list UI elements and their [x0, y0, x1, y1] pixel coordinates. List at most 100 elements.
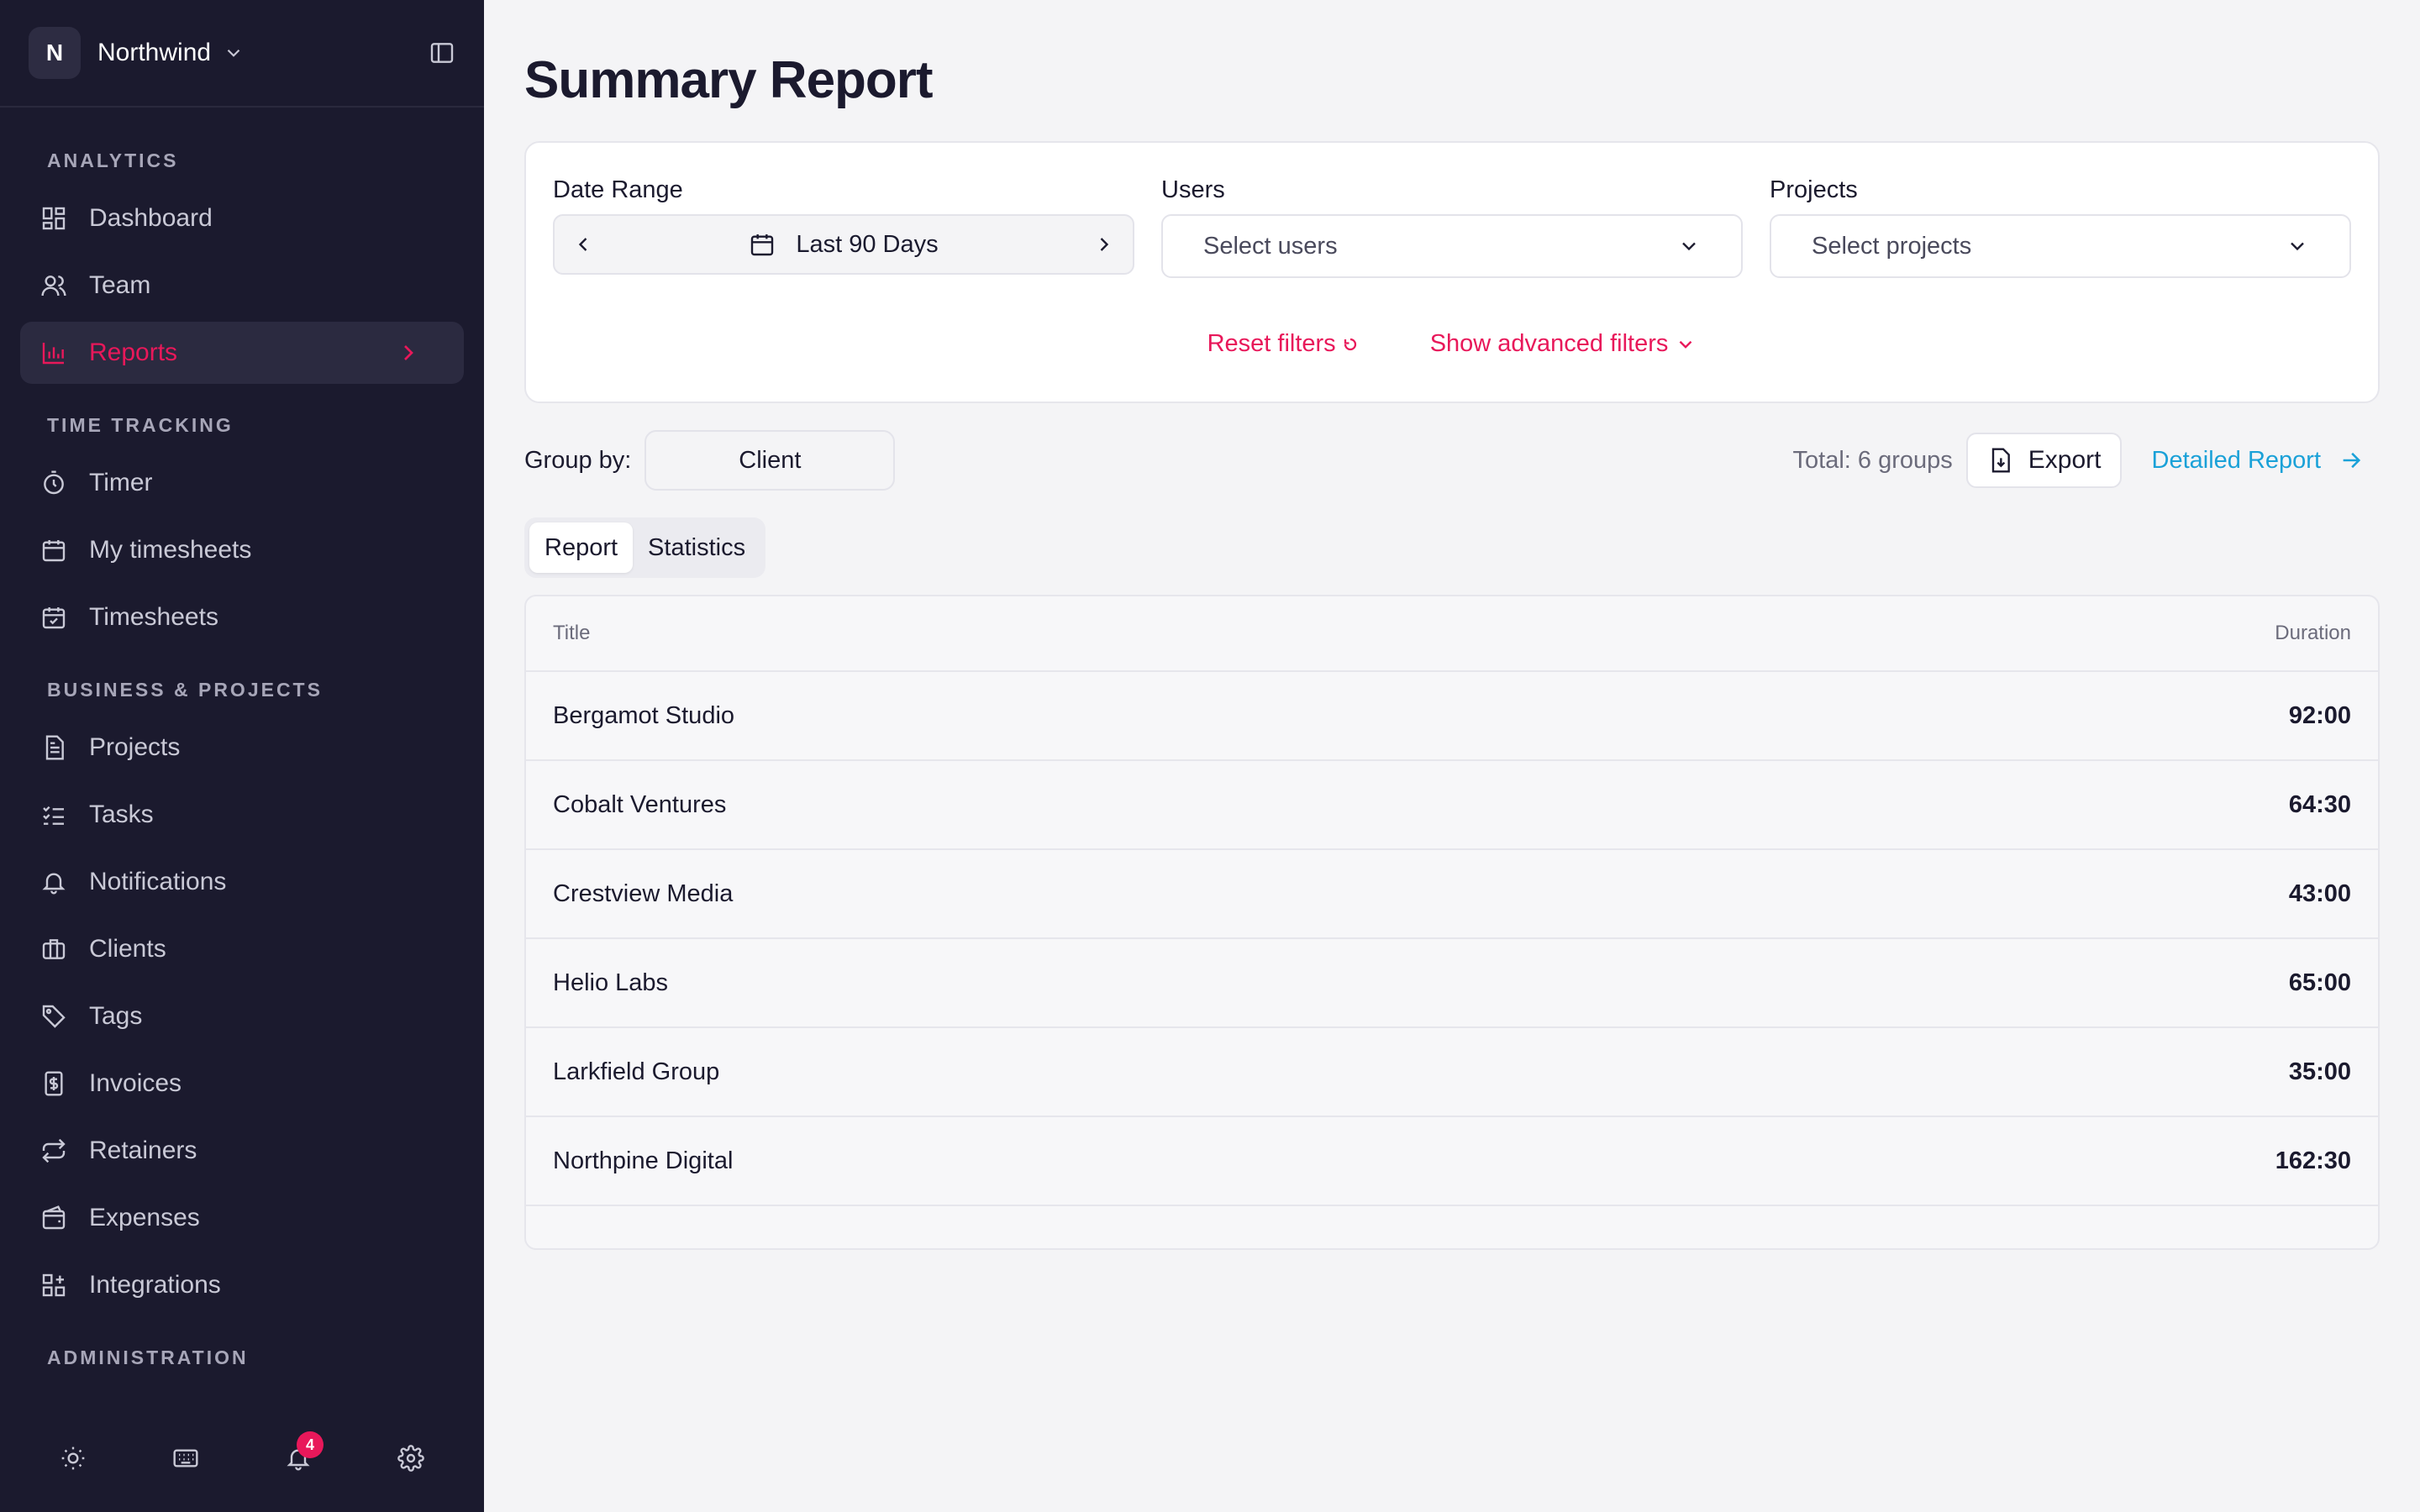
- table-row[interactable]: Helio Labs 65:00: [526, 939, 2378, 1028]
- export-label: Export: [2028, 446, 2102, 474]
- sidebar-item-label: My timesheets: [89, 536, 252, 564]
- bell-icon: [42, 873, 66, 895]
- main-content: Summary Report Date Range Last 90 Days U…: [484, 0, 2420, 1512]
- sidebar-item-timesheets[interactable]: Timesheets: [20, 586, 464, 648]
- sidebar-item-integrations[interactable]: Integrations: [20, 1254, 464, 1316]
- projects-select[interactable]: Select projects: [1770, 214, 2351, 278]
- table-row[interactable]: Crestview Media 43:00: [526, 850, 2378, 939]
- date-range-picker: Last 90 Days: [553, 214, 1134, 275]
- row-title: Crestview Media: [553, 879, 734, 907]
- reports-icon: [42, 343, 64, 365]
- detailed-report-link[interactable]: Detailed Report: [2152, 447, 2364, 475]
- chevron-down-icon: [1680, 340, 1692, 349]
- timer-icon: [44, 470, 64, 495]
- section-title-analytics: ANALYTICS: [47, 150, 179, 171]
- column-title: Title: [553, 622, 591, 644]
- row-duration: 162:30: [2275, 1147, 2351, 1174]
- export-button[interactable]: Export: [1965, 433, 2122, 488]
- sidebar-item-timer[interactable]: Timer: [20, 452, 464, 514]
- sidebar-item-reports[interactable]: Reports: [20, 322, 464, 384]
- section-title-time-tracking: TIME TRACKING: [47, 414, 234, 436]
- sidebar-item-label: Notifications: [89, 868, 227, 895]
- reset-filters-link[interactable]: Reset filters: [1207, 330, 1358, 358]
- tab-report[interactable]: Report: [529, 522, 634, 573]
- row-title: Cobalt Ventures: [553, 790, 727, 818]
- keyboard-icon: [173, 1449, 198, 1467]
- sidebar-item-projects[interactable]: Projects: [20, 717, 464, 779]
- table-row[interactable]: Larkfield Group 35:00: [526, 1028, 2378, 1117]
- chevron-right-icon: [395, 339, 444, 366]
- chevron-down-icon: [223, 42, 245, 64]
- notifications-button[interactable]: 4: [268, 1428, 329, 1488]
- view-tabs: Report Statistics: [524, 517, 766, 578]
- team-icon: [41, 276, 66, 297]
- file-download-icon: [1991, 448, 2010, 473]
- table-row[interactable]: Cobalt Ventures 64:30: [526, 761, 2378, 850]
- table-row[interactable]: Bergamot Studio 92:00: [526, 672, 2378, 761]
- reset-filters-label: Reset filters: [1207, 330, 1336, 357]
- sidebar-toggle-icon[interactable]: [429, 39, 455, 66]
- sidebar-item-dashboard[interactable]: Dashboard: [20, 187, 464, 249]
- notification-badge: 4: [297, 1431, 324, 1458]
- sidebar-item-invoices[interactable]: Invoices: [20, 1053, 464, 1115]
- table-row[interactable]: Northpine Digital 162:30: [526, 1117, 2378, 1206]
- date-range-label: Date Range: [553, 176, 683, 203]
- calendar-icon: [42, 540, 66, 562]
- integrations-icon: [42, 1273, 66, 1297]
- sidebar-item-retainers[interactable]: Retainers: [20, 1120, 464, 1182]
- sidebar-item-label: Expenses: [89, 1204, 200, 1231]
- sidebar-item-my-timesheets[interactable]: My timesheets: [20, 519, 464, 581]
- advanced-filters-link[interactable]: Show advanced filters: [1430, 330, 1697, 358]
- sidebar-item-label: Integrations: [89, 1271, 221, 1299]
- reset-icon: [1344, 338, 1356, 350]
- sidebar-item-label: Team: [89, 271, 151, 299]
- row-duration: 35:00: [2288, 1058, 2351, 1085]
- date-range-value[interactable]: Last 90 Days: [595, 231, 1092, 259]
- row-title: Helio Labs: [553, 969, 669, 996]
- users-select[interactable]: Select users: [1161, 214, 1743, 278]
- arrow-right-icon: [2343, 452, 2361, 469]
- projects-placeholder: Select projects: [1812, 232, 1972, 260]
- sidebar-item-label: Timesheets: [89, 603, 218, 631]
- section-title-business-projects: BUSINESS & PROJECTS: [47, 679, 323, 701]
- sidebar-footer: 4: [0, 1404, 484, 1512]
- tasks-icon: [43, 806, 64, 825]
- next-period-icon[interactable]: [1092, 233, 1116, 256]
- group-by-select[interactable]: Client: [644, 430, 896, 491]
- tab-statistics[interactable]: Statistics: [633, 522, 760, 573]
- sidebar-item-label: Tags: [89, 1002, 143, 1030]
- sidebar-item-tasks[interactable]: Tasks: [20, 784, 464, 846]
- settings-button[interactable]: [381, 1428, 441, 1488]
- sidebar-item-label: Retainers: [89, 1137, 197, 1164]
- total-groups: Total: 6 groups: [1792, 446, 1953, 474]
- section-title-administration: ADMINISTRATION: [47, 1347, 249, 1368]
- wallet-icon: [42, 1205, 66, 1230]
- date-range-text: Last 90 Days: [796, 230, 939, 258]
- document-icon: [45, 735, 64, 760]
- sidebar-item-notifications[interactable]: Notifications: [20, 851, 464, 913]
- sun-icon: [61, 1446, 85, 1470]
- workspace-switcher[interactable]: N Northwind: [0, 0, 484, 108]
- group-by-label: Group by:: [524, 446, 632, 474]
- workspace-name: Northwind: [97, 39, 212, 66]
- sidebar-item-clients[interactable]: Clients: [20, 918, 464, 980]
- sidebar-item-expenses[interactable]: Expenses: [20, 1187, 464, 1249]
- column-duration: Duration: [2275, 622, 2351, 644]
- row-title: Larkfield Group: [553, 1058, 720, 1085]
- sidebar-item-team[interactable]: Team: [20, 255, 464, 317]
- sidebar-item-label: Timer: [89, 469, 153, 496]
- sidebar: N Northwind ANALYTICS Dashboard Team Rep…: [0, 0, 484, 1512]
- previous-period-icon[interactable]: [571, 233, 595, 256]
- sidebar-item-tags[interactable]: Tags: [20, 985, 464, 1047]
- users-label: Users: [1161, 176, 1225, 203]
- advanced-filters-label: Show advanced filters: [1429, 330, 1669, 357]
- row-title: Northpine Digital: [553, 1147, 734, 1174]
- calendar-check-icon: [42, 607, 66, 629]
- keyboard-shortcuts-button[interactable]: [155, 1428, 216, 1488]
- theme-toggle-button[interactable]: [43, 1428, 103, 1488]
- repeat-icon: [42, 1138, 66, 1163]
- report-toolbar: Group by: Client Total: 6 groups Export …: [524, 430, 2380, 491]
- table-header: Title Duration: [526, 596, 2378, 672]
- sidebar-item-label: Clients: [89, 935, 166, 963]
- chevron-down-icon: [1677, 234, 1701, 258]
